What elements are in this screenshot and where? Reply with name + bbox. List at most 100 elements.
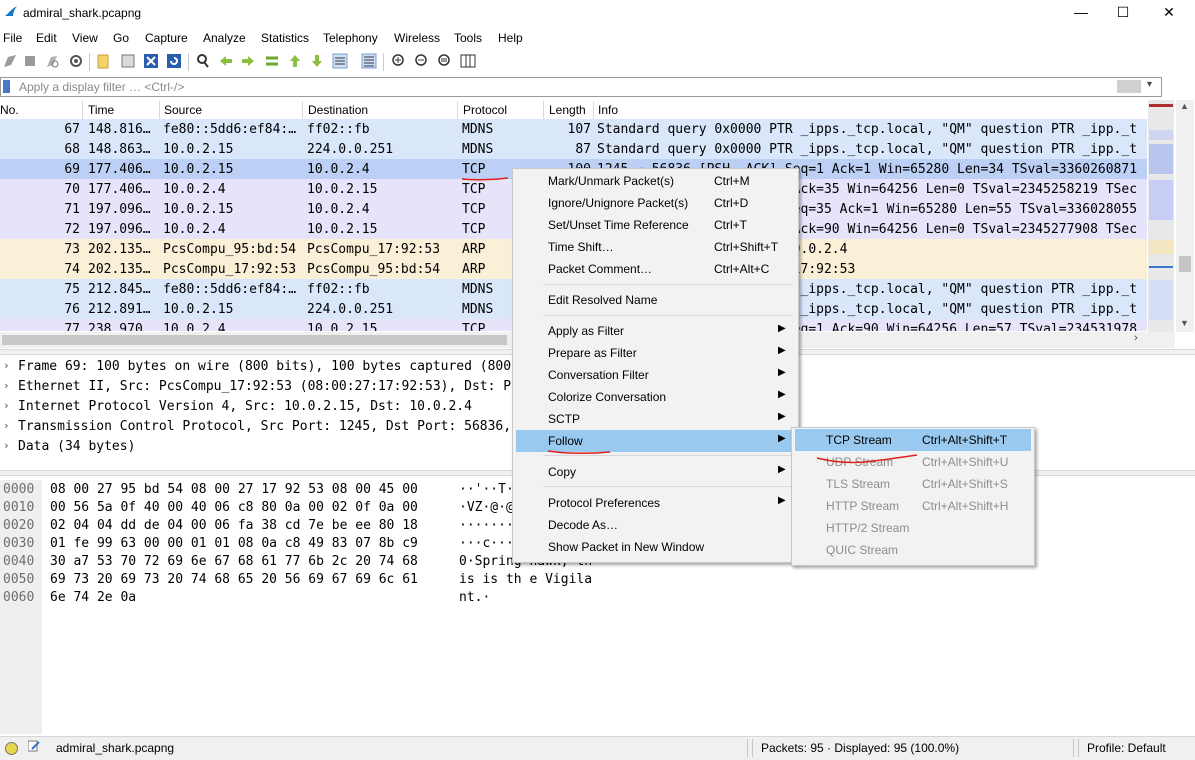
menu-item-shortcut: Ctrl+D	[714, 196, 749, 210]
packet-cell-info: Standard query 0x0000 PTR _ipps._tcp.loc…	[597, 142, 1138, 157]
display-filter-input[interactable]: Apply a display filter … <Ctrl-/>	[19, 80, 184, 94]
maximize-button[interactable]: ☐	[1100, 0, 1146, 26]
column-header-time[interactable]: Time	[88, 103, 114, 117]
expand-arrow-icon[interactable]: ›	[3, 399, 10, 412]
zoom-out-icon[interactable]	[414, 53, 430, 69]
column-header-info[interactable]: Info	[598, 103, 618, 117]
bytes-off: 0050	[3, 572, 35, 587]
find-packet-icon[interactable]	[195, 53, 211, 69]
context-menu-item-colorize-conversation[interactable]: Colorize Conversation ▶	[516, 386, 795, 408]
menu-bar: File Edit View Go Capture Analyze Statis…	[0, 28, 1195, 48]
auto-scroll-icon[interactable]	[332, 53, 348, 69]
menu-capture[interactable]: Capture	[145, 31, 188, 45]
zoom-in-icon[interactable]	[391, 53, 407, 69]
column-divider[interactable]	[593, 101, 594, 119]
scrollbar-thumb[interactable]	[1179, 256, 1191, 272]
open-file-icon[interactable]	[96, 53, 112, 69]
follow-tcp-stream[interactable]: TCP Stream Ctrl+Alt+Shift+T	[795, 429, 1031, 451]
last-packet-icon[interactable]	[309, 53, 325, 69]
first-packet-icon[interactable]	[287, 53, 303, 69]
go-back-icon[interactable]	[218, 53, 234, 69]
column-divider[interactable]	[457, 101, 458, 119]
column-header-protocol[interactable]: Protocol	[463, 103, 507, 117]
reload-file-icon[interactable]	[166, 53, 182, 69]
expand-arrow-icon[interactable]: ›	[3, 419, 10, 432]
packet-minimap[interactable]	[1148, 100, 1174, 332]
menu-go[interactable]: Go	[113, 31, 129, 45]
column-divider[interactable]	[302, 101, 303, 119]
menu-analyze[interactable]: Analyze	[203, 31, 246, 45]
filter-dropdown-icon[interactable]: ▾	[1147, 79, 1152, 90]
column-divider[interactable]	[543, 101, 544, 119]
packet-list-vertical-scrollbar[interactable]: ▲ ▼	[1176, 100, 1194, 332]
context-menu-item-set-unset-time-reference[interactable]: Set/Unset Time Reference Ctrl+T	[516, 214, 795, 236]
go-forward-icon[interactable]	[240, 53, 256, 69]
column-header-destination[interactable]: Destination	[308, 103, 368, 117]
zoom-reset-icon[interactable]	[437, 53, 453, 69]
column-divider[interactable]	[159, 101, 160, 119]
column-header-source[interactable]: Source	[164, 103, 202, 117]
context-menu-item-mark-unmark-packet-s[interactable]: Mark/Unmark Packet(s) Ctrl+M	[516, 170, 795, 192]
capture-options-icon[interactable]	[68, 53, 84, 69]
column-divider[interactable]	[82, 101, 83, 119]
start-capture-icon[interactable]	[2, 53, 18, 69]
status-profile[interactable]: Profile: Default	[1087, 741, 1166, 755]
bytes-row[interactable]: 0050 69 73 20 69 73 20 74 68 65 20 56 69 …	[0, 572, 1195, 590]
close-file-icon[interactable]	[143, 53, 159, 69]
expand-arrow-icon[interactable]: ›	[3, 379, 10, 392]
expand-arrow-icon[interactable]: ›	[3, 359, 10, 372]
minimize-button[interactable]: —	[1058, 0, 1104, 26]
status-separator	[752, 739, 753, 757]
bytes-row[interactable]: 0060 6e 74 2e 0a nt.·	[0, 590, 1195, 608]
context-menu-item-copy[interactable]: Copy ▶	[516, 461, 795, 483]
scroll-right-icon[interactable]: ›	[1134, 332, 1138, 344]
toolbar-separator	[383, 53, 384, 71]
packet-row[interactable]: 67 148.816… fe80::5dd6:ef84:… ff02::fb MDNS 1…	[0, 119, 1147, 139]
context-menu-item-packet-comment[interactable]: Packet Comment… Ctrl+Alt+C	[516, 258, 795, 280]
context-menu-item-sctp[interactable]: SCTP ▶	[516, 408, 795, 430]
menu-tools[interactable]: Tools	[454, 31, 482, 45]
bytes-hex: 6e 74 2e 0a	[50, 590, 137, 605]
menu-statistics[interactable]: Statistics	[261, 31, 309, 45]
context-menu-item-apply-as-filter[interactable]: Apply as Filter ▶	[516, 320, 795, 342]
restart-capture-icon[interactable]	[44, 53, 60, 69]
bytes-asc: nt.·	[459, 590, 491, 605]
scroll-down-icon[interactable]: ▼	[1180, 318, 1189, 328]
save-file-icon[interactable]	[120, 53, 136, 69]
stop-capture-icon[interactable]	[22, 53, 38, 69]
context-menu-item-conversation-filter[interactable]: Conversation Filter ▶	[516, 364, 795, 386]
column-header-no[interactable]: No.	[0, 103, 19, 117]
context-menu-item-show-packet-in-new-window[interactable]: Show Packet in New Window	[516, 536, 795, 558]
colorize-icon[interactable]	[361, 53, 377, 69]
context-menu-item-prepare-as-filter[interactable]: Prepare as Filter ▶	[516, 342, 795, 364]
menu-telephony[interactable]: Telephony	[323, 31, 378, 45]
packet-row[interactable]: 68 148.863… 10.0.2.15 224.0.0.251 MDNS 87 Stan…	[0, 139, 1147, 159]
scroll-up-icon[interactable]: ▲	[1180, 101, 1189, 111]
context-menu-item-edit-resolved-name[interactable]: Edit Resolved Name	[516, 289, 795, 311]
menu-item-label: Apply as Filter	[548, 324, 625, 338]
submenu-arrow-icon: ▶	[778, 495, 786, 506]
status-file-name: admiral_shark.pcapng	[56, 741, 175, 755]
context-menu-item-decode-as[interactable]: Decode As…	[516, 514, 795, 536]
expand-arrow-icon[interactable]: ›	[3, 439, 10, 452]
menu-item-shortcut: Ctrl+M	[714, 174, 750, 188]
context-menu-item-ignore-unignore-packet-s[interactable]: Ignore/Unignore Packet(s) Ctrl+D	[516, 192, 795, 214]
context-menu-item-time-shift[interactable]: Time Shift… Ctrl+Shift+T	[516, 236, 795, 258]
column-header-length[interactable]: Length	[549, 103, 586, 117]
capture-comment-icon[interactable]	[28, 740, 40, 752]
close-button[interactable]: ✕	[1146, 0, 1192, 26]
context-menu-item-protocol-preferences[interactable]: Protocol Preferences ▶	[516, 492, 795, 514]
menu-view[interactable]: View	[72, 31, 98, 45]
menu-wireless[interactable]: Wireless	[394, 31, 440, 45]
menu-item-shortcut: Ctrl+T	[714, 218, 747, 232]
scrollbar-thumb[interactable]	[2, 335, 507, 345]
menu-help[interactable]: Help	[498, 31, 523, 45]
go-to-packet-icon[interactable]	[264, 53, 280, 69]
filter-bookmark-icon[interactable]	[3, 80, 10, 93]
menu-edit[interactable]: Edit	[36, 31, 57, 45]
apply-filter-arrow-icon[interactable]	[1117, 80, 1141, 93]
menu-file[interactable]: File	[3, 31, 22, 45]
expert-info-icon[interactable]	[5, 742, 18, 755]
submenu-arrow-icon: ▶	[778, 411, 786, 422]
resize-columns-icon[interactable]	[460, 53, 476, 69]
